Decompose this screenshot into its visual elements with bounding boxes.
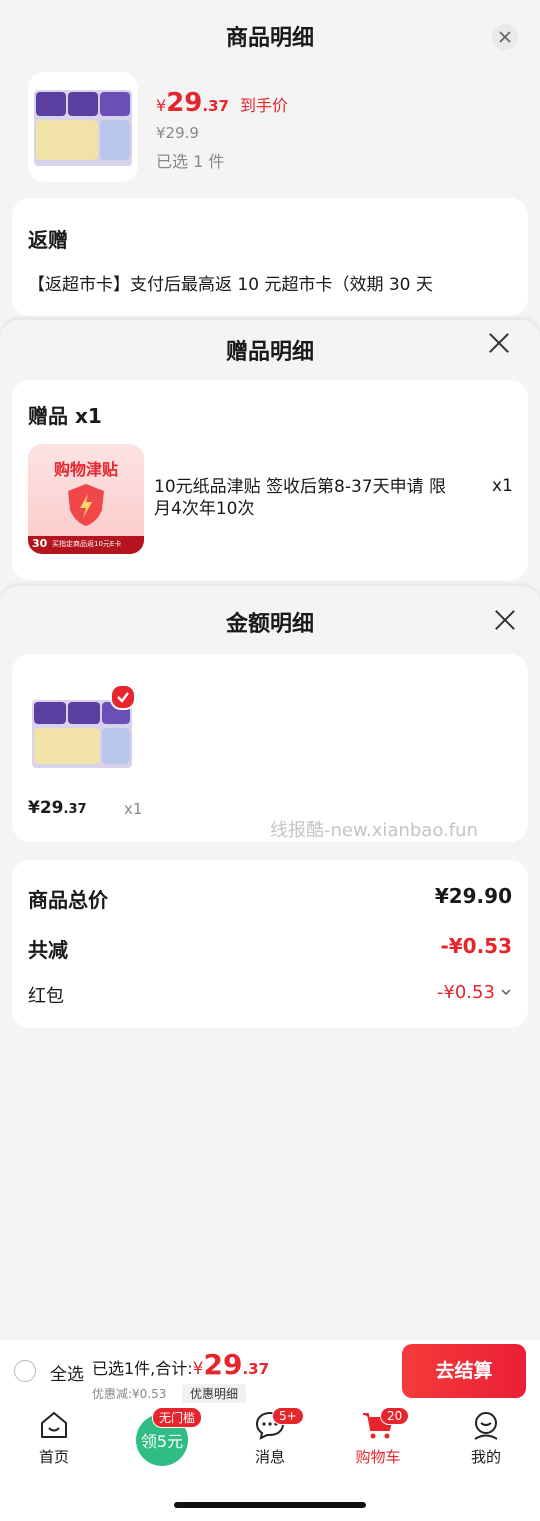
amount-sheet: 金额明细 ¥29.37 x1 线报酷-new.xianbao.fun 商品总价 … [0, 586, 540, 1346]
discount-detail-button[interactable]: 优惠明细 [182, 1384, 247, 1403]
home-indicator [174, 1502, 366, 1508]
reduce-label: 共减 [28, 938, 68, 962]
selected-total: 已选1件,合计:¥29.37 [92, 1348, 270, 1381]
gift-quantity: x1 [492, 476, 513, 496]
nav-coupon-label: 领5元 [140, 1432, 184, 1451]
messages-badge: 5+ [272, 1407, 304, 1425]
close-icon [499, 31, 511, 43]
watermark: 线报酷-new.xianbao.fun [270, 820, 478, 841]
nav-me-label: 我的 [470, 1448, 501, 1466]
rebate-text: 【返超市卡】支付后最高返 10 元超市卡（效期 30 天 [28, 275, 433, 295]
gift-coupon-bottom: 30 买指定商品返10元E卡 [28, 536, 144, 554]
chevron-down-icon [501, 989, 511, 995]
gift-section-title: 赠品 x1 [28, 404, 102, 428]
nav-home[interactable]: 首页 [4, 1410, 104, 1467]
gift-description: 10元纸品津贴 签收后第8-37天申请 限月4次年10次 [154, 477, 447, 519]
check-icon [117, 692, 129, 703]
gift-coupon-bottom-text: 买指定商品返10元E卡 [52, 540, 122, 548]
gift-coupon-tag: 30 [32, 537, 48, 550]
redpack-row[interactable]: -¥0.53 [437, 982, 512, 1003]
reduce-value: -¥0.53 [440, 934, 512, 958]
checkout-bar: 全选 已选1件,合计:¥29.37 优惠减:¥0.53 优惠明细 去结算 [0, 1340, 540, 1406]
original-price: ¥29.9 [156, 124, 199, 142]
select-all-checkbox[interactable] [14, 1360, 36, 1382]
amount-item-card: ¥29.37 x1 线报酷-new.xianbao.fun [12, 654, 528, 842]
close-icon[interactable] [484, 328, 514, 358]
nav-messages-label: 消息 [254, 1448, 285, 1466]
gift-coupon-image: 购物津贴 30 买指定商品返10元E卡 [28, 444, 144, 554]
cart-badge: 20 [380, 1407, 410, 1425]
close-button[interactable] [492, 24, 518, 50]
selected-count: 已选 1 件 [156, 152, 225, 171]
goods-sheet: 商品明细 ¥29.37 到手价 ¥29.9 已选 1 件 返赠 【返超市卡】支付… [0, 0, 540, 330]
home-icon [41, 1412, 67, 1438]
item-quantity: x1 [124, 800, 143, 818]
shield-icon [68, 484, 104, 526]
nav-home-label: 首页 [38, 1448, 69, 1466]
summary-card: 商品总价 ¥29.90 共减 -¥0.53 红包 -¥0.53 [12, 860, 528, 1028]
total-value: ¥29.90 [434, 884, 512, 908]
nav-messages[interactable]: 消息 [220, 1410, 320, 1467]
close-icon[interactable] [490, 605, 520, 635]
gift-coupon-title: 购物津贴 [53, 460, 118, 479]
item-price: ¥29.37 [28, 798, 87, 818]
redpack-value: -¥0.53 [436, 982, 495, 1003]
goods-price: ¥29.37 到手价 [156, 88, 289, 118]
user-icon [474, 1412, 498, 1440]
item-checkbox[interactable] [110, 684, 136, 710]
coupon-badge: 无门槛 [152, 1407, 203, 1428]
discount-text: 优惠减:¥0.53 [92, 1387, 167, 1401]
rebate-card: 返赠 【返超市卡】支付后最高返 10 元超市卡（效期 30 天 [12, 198, 528, 316]
select-all-label[interactable]: 全选 [50, 1360, 84, 1385]
gift-sheet: 赠品明细 赠品 x1 购物津贴 30 买指定商品返10元E卡 10元纸品津贴 签… [0, 320, 540, 610]
rebate-title: 返赠 [28, 228, 68, 252]
product-image [28, 72, 138, 182]
checkout-button[interactable]: 去结算 [402, 1344, 526, 1398]
redpack-label: 红包 [28, 986, 64, 1007]
nav-cart-label: 购物车 [355, 1448, 401, 1466]
goods-sheet-title: 商品明细 [225, 26, 314, 51]
total-label: 商品总价 [28, 888, 108, 912]
nav-me[interactable]: 我的 [436, 1410, 536, 1467]
gift-sheet-title: 赠品明细 [225, 340, 314, 365]
nav-cart[interactable]: 购物车 [328, 1410, 428, 1467]
amount-sheet-title: 金额明细 [225, 612, 314, 637]
gift-card: 赠品 x1 购物津贴 30 买指定商品返10元E卡 10元纸品津贴 签收后第8-… [12, 380, 528, 580]
